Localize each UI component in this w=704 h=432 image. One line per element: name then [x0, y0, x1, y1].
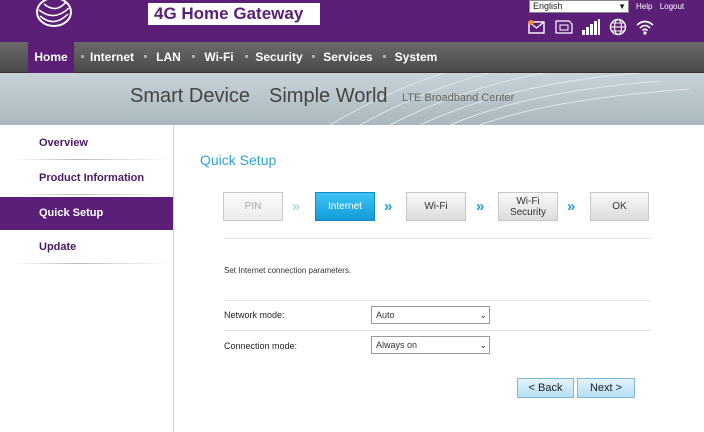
- status-icons: [526, 16, 666, 38]
- nav-separator: [192, 55, 195, 58]
- sidebar: Overview Product Information Quick Setup…: [0, 125, 174, 432]
- sidebar-divider: [14, 194, 170, 195]
- logout-link[interactable]: Logout: [660, 2, 684, 11]
- sidebar-divider: [14, 263, 170, 264]
- sim-icon: [553, 17, 575, 37]
- network-mode-select[interactable]: Auto ⌄: [371, 306, 490, 324]
- divider: [224, 300, 651, 301]
- banner-tagline: LTE Broadband Center: [402, 92, 515, 104]
- network-mode-value: Auto: [376, 310, 395, 320]
- step-arrow-icon: »: [476, 198, 485, 215]
- divider: [224, 238, 651, 239]
- sidebar-item-update[interactable]: Update: [0, 231, 174, 264]
- top-links: Help Logout: [636, 2, 689, 11]
- connection-mode-label: Connection mode:: [224, 341, 298, 351]
- brand-logo: [36, 0, 72, 27]
- nav-separator: [312, 55, 315, 58]
- chevron-down-icon: ⌄: [479, 310, 487, 320]
- nav-separator: [144, 55, 147, 58]
- sidebar-divider: [14, 159, 170, 160]
- sms-icon[interactable]: [526, 17, 548, 37]
- step-arrow-icon: »: [292, 198, 301, 215]
- sidebar-item-quick-setup[interactable]: Quick Setup: [0, 197, 174, 230]
- nav-services[interactable]: Services: [320, 42, 376, 73]
- content-border: [173, 125, 174, 432]
- divider: [224, 330, 651, 331]
- signal-icon: [580, 17, 602, 37]
- chevron-down-icon: ▼: [618, 2, 626, 11]
- language-value: English: [533, 1, 563, 11]
- chevron-down-icon: ⌄: [479, 340, 487, 350]
- slogan-banner: Smart Device Simple World LTE Broadband …: [0, 73, 704, 125]
- nav-separator: [245, 55, 248, 58]
- main-nav: Home Internet LAN Wi-Fi Security Service…: [0, 42, 704, 73]
- nav-separator: [383, 55, 386, 58]
- wifi-icon: [634, 17, 656, 37]
- nav-wifi[interactable]: Wi-Fi: [200, 42, 238, 73]
- next-button[interactable]: Next >: [577, 378, 635, 398]
- slogan-simple-world: Simple World: [269, 85, 388, 107]
- back-button[interactable]: < Back: [517, 378, 574, 398]
- network-mode-label: Network mode:: [224, 310, 285, 320]
- step-ok: OK: [590, 192, 649, 221]
- language-select[interactable]: English ▼: [529, 0, 629, 13]
- globe-icon: [607, 17, 629, 37]
- step-wifi-security: Wi-Fi Security: [498, 192, 558, 221]
- nav-lan[interactable]: LAN: [152, 42, 185, 73]
- product-title: 4G Home Gateway: [148, 3, 320, 25]
- setup-description: Set Internet connection parameters.: [224, 266, 352, 275]
- sidebar-item-overview[interactable]: Overview: [0, 127, 174, 160]
- help-link[interactable]: Help: [636, 2, 652, 11]
- nav-separator: [81, 55, 84, 58]
- step-arrow-icon: »: [567, 198, 576, 215]
- nav-home[interactable]: Home: [28, 42, 74, 73]
- page-title: Quick Setup: [200, 152, 277, 168]
- step-pin: PIN: [223, 192, 283, 221]
- nav-system[interactable]: System: [391, 42, 441, 73]
- step-arrow-icon: »: [384, 198, 393, 215]
- sidebar-item-product-information[interactable]: Product Information: [0, 162, 174, 195]
- header-bar: 4G Home Gateway English ▼ Help Logout: [0, 0, 704, 42]
- step-internet: Internet: [315, 192, 375, 221]
- slogan-smart-device: Smart Device: [130, 85, 251, 107]
- connection-mode-select[interactable]: Always on ⌄: [371, 336, 490, 354]
- step-wifi: Wi-Fi: [406, 192, 466, 221]
- nav-internet[interactable]: Internet: [88, 42, 136, 73]
- nav-security[interactable]: Security: [253, 42, 305, 73]
- connection-mode-value: Always on: [376, 340, 418, 350]
- router-admin-page: 4G Home Gateway English ▼ Help Logout Ho…: [0, 0, 704, 432]
